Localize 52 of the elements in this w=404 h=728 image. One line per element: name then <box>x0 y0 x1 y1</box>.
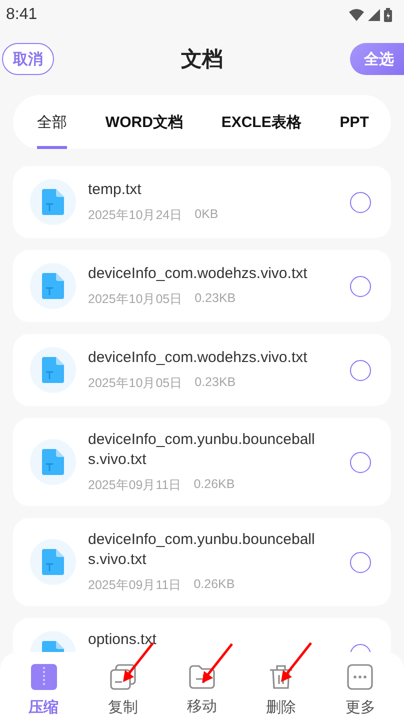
file-name: deviceInfo_com.wodehzs.vivo.txt <box>88 348 308 368</box>
cancel-button[interactable]: 取消 <box>2 43 54 75</box>
file-name: options.txt <box>88 630 158 650</box>
file-name: deviceInfo_com.yunbu.bounceballs.vivo.txt <box>88 430 316 469</box>
file-date: 2025年09月11日 <box>88 477 182 494</box>
page-title: 文档 <box>181 47 223 73</box>
file-card[interactable]: options.txt <box>13 618 391 652</box>
folder-arrow-icon <box>188 664 215 688</box>
file-card[interactable]: deviceInfo_com.yunbu.bounceballs.vivo.txt 2025年09月11日 0.26KB <box>13 418 391 506</box>
nav-button[interactable]: 更多 <box>330 664 390 716</box>
signal-icon <box>368 9 380 21</box>
file-size: 0.23KB <box>194 291 236 308</box>
nav-button[interactable]: 移动 <box>172 664 232 716</box>
file-name: temp.txt <box>88 180 142 200</box>
file-icon <box>42 449 64 475</box>
category-tab[interactable]: 全部 <box>37 95 67 149</box>
file-card[interactable]: deviceInfo_com.wodehzs.vivo.txt 2025年10月05日 0.23KB <box>13 334 391 406</box>
select-radio[interactable] <box>350 552 371 572</box>
nav-button[interactable]: 压缩 <box>14 664 74 716</box>
zip-archive-icon <box>30 664 57 690</box>
file-date: 2025年10月05日 <box>88 291 183 308</box>
file-date: 2025年09月11日 <box>88 577 182 594</box>
file-icon <box>42 357 64 383</box>
select-radio[interactable] <box>350 452 371 472</box>
file-icon <box>42 549 64 575</box>
file-name: deviceInfo_com.yunbu.bounceballs.vivo.txt <box>88 530 316 569</box>
category-tab[interactable]: EXCLE表格 <box>221 95 302 149</box>
file-icon <box>42 273 64 299</box>
trash-icon <box>269 664 294 690</box>
category-tab[interactable]: PPT <box>340 95 369 149</box>
file-card[interactable]: deviceInfo_com.wodehzs.vivo.txt 2025年10月05日 0.23KB <box>13 250 391 322</box>
category-tab[interactable]: WORD文档 <box>105 95 183 149</box>
file-size: 0.26KB <box>194 577 235 593</box>
file-size: 0.26KB <box>194 477 235 493</box>
battery-icon <box>384 8 392 22</box>
wifi-icon <box>349 9 364 21</box>
file-card[interactable]: temp.txt 2025年10月24日 0KB <box>13 166 391 238</box>
select-radio[interactable] <box>350 360 371 380</box>
file-icon <box>42 189 64 215</box>
file-size: 0KB <box>194 207 218 224</box>
status-time: 8:41 <box>6 6 38 24</box>
nav-button[interactable]: 复制 <box>92 664 153 716</box>
file-date: 2025年10月24日 <box>88 207 183 224</box>
file-size: 0.23KB <box>194 375 236 392</box>
file-date: 2025年10月05日 <box>88 375 183 392</box>
nav-button[interactable]: 删除 <box>251 664 312 716</box>
copy-icon <box>110 664 136 690</box>
select-radio[interactable] <box>350 276 371 296</box>
more-icon <box>347 664 374 690</box>
file-card[interactable]: deviceInfo_com.yunbu.bounceballs.vivo.txt 2025年09月11日 0.26KB <box>13 518 391 606</box>
file-name: deviceInfo_com.wodehzs.vivo.txt <box>88 264 308 284</box>
select-radio[interactable] <box>350 192 371 212</box>
